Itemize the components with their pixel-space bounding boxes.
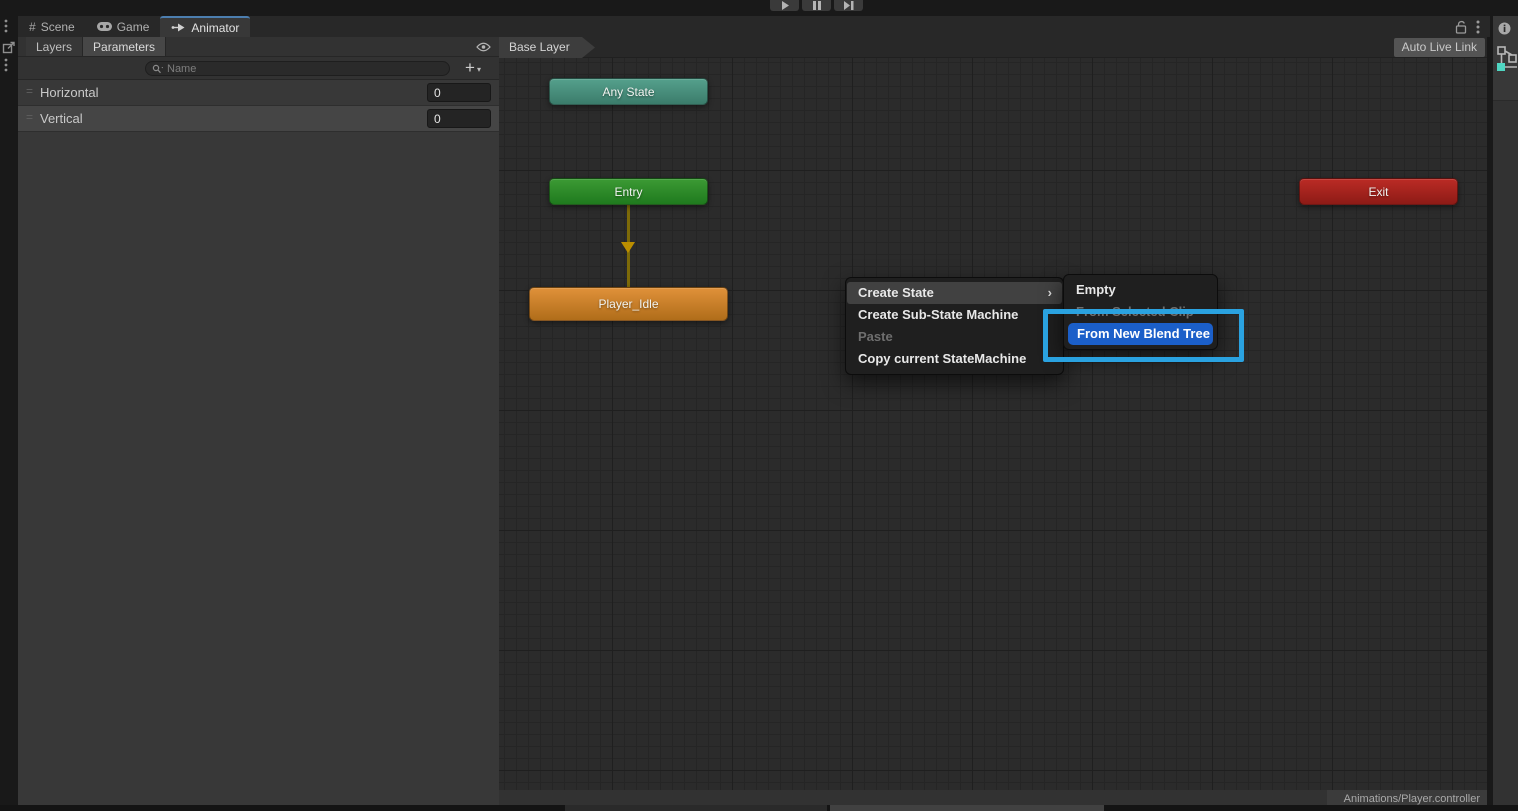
grid-background[interactable]: [499, 58, 1487, 790]
menu-item-create-state[interactable]: Create State ›: [847, 282, 1062, 304]
tab-game[interactable]: Game: [86, 16, 161, 37]
node-label: Any State: [602, 85, 654, 99]
submenu-arrow-icon: ›: [1048, 282, 1052, 304]
plus-icon: +: [465, 58, 475, 78]
play-icon: [781, 1, 789, 10]
breadcrumb[interactable]: Base Layer: [499, 37, 595, 58]
menu-item-label: Copy current StateMachine: [858, 351, 1026, 366]
annotation-highlight-rect: [1043, 309, 1244, 362]
tab-parameters[interactable]: Parameters: [83, 37, 166, 56]
chevron-down-icon: ▾: [477, 65, 481, 74]
right-panel-edge: [1493, 16, 1518, 811]
play-button[interactable]: [770, 0, 799, 11]
breadcrumb-label: Base Layer: [509, 40, 570, 54]
grid-icon: #: [29, 20, 36, 34]
menu-item-label: Create Sub-State Machine: [858, 307, 1018, 322]
transition-arrowhead-icon: [621, 242, 635, 253]
tab-game-label: Game: [117, 20, 150, 34]
bottom-strip: [0, 805, 1518, 811]
step-button[interactable]: [834, 0, 863, 11]
drag-handle-icon[interactable]: =: [26, 110, 32, 124]
animator-parameters-panel: Layers Parameters + ▾ = Horizontal = Ver…: [18, 37, 499, 805]
tab-parameters-label: Parameters: [93, 40, 155, 54]
pop-out-window-icon[interactable]: [2, 40, 16, 54]
menu-item-paste: Paste: [846, 326, 1063, 348]
top-strip: [0, 0, 1518, 16]
parameter-value-field[interactable]: [427, 109, 491, 128]
tab-animator[interactable]: Animator: [160, 16, 250, 37]
parameter-name: Vertical: [40, 111, 83, 126]
tab-scene-label: Scene: [41, 20, 75, 34]
kebab-menu-icon[interactable]: [1476, 20, 1480, 34]
left-edge-toolbar: [0, 0, 18, 811]
kebab-menu-icon[interactable]: [4, 19, 8, 33]
menu-item-label: Paste: [858, 329, 893, 344]
menu-item-empty[interactable]: Empty: [1064, 279, 1217, 301]
parameter-name: Horizontal: [40, 85, 99, 100]
auto-live-link-label: Auto Live Link: [1402, 40, 1477, 54]
context-menu: Create State › Create Sub-State Machine …: [845, 277, 1064, 375]
menu-item-label: Empty: [1076, 282, 1116, 297]
graph-header: Base Layer Auto Live Link: [499, 37, 1487, 58]
layers-parameters-toolbar: Layers Parameters: [18, 37, 499, 57]
tab-animator-label: Animator: [191, 21, 239, 35]
drag-handle-icon[interactable]: =: [26, 84, 32, 98]
search-field[interactable]: [145, 61, 450, 76]
tab-layers[interactable]: Layers: [26, 37, 83, 56]
menu-item-copy-current-statemachine[interactable]: Copy current StateMachine: [846, 348, 1063, 370]
step-icon: [844, 1, 854, 10]
parameter-row-vertical[interactable]: = Vertical: [18, 106, 499, 132]
taskbar-segment: [565, 805, 827, 811]
taskbar-segment: [830, 805, 1104, 811]
kebab-menu-icon[interactable]: [4, 58, 8, 72]
parameter-search-toolbar: + ▾: [18, 57, 499, 80]
menu-item-create-sub-state-machine[interactable]: Create Sub-State Machine: [846, 304, 1063, 326]
state-node-player-idle[interactable]: Player_Idle: [529, 287, 728, 321]
parameter-row-horizontal[interactable]: = Horizontal: [18, 80, 499, 106]
animator-icon: [171, 22, 186, 33]
tab-scene[interactable]: # Scene: [18, 16, 86, 37]
right-panel-lower: [1493, 101, 1518, 811]
unlock-icon[interactable]: [1455, 20, 1467, 34]
state-node-exit[interactable]: Exit: [1299, 178, 1458, 205]
eye-icon[interactable]: [476, 42, 491, 52]
node-label: Player_Idle: [598, 297, 658, 311]
playbar: [770, 0, 863, 11]
node-label: Entry: [614, 185, 642, 199]
node-label: Exit: [1368, 185, 1388, 199]
gamepad-icon: [97, 22, 112, 31]
parameter-value-field[interactable]: [427, 83, 491, 102]
add-parameter-button[interactable]: + ▾: [465, 58, 481, 78]
pause-icon: [813, 1, 821, 10]
animator-graph-canvas[interactable]: Base Layer Auto Live Link Any State Entr…: [499, 37, 1487, 808]
tab-layers-label: Layers: [36, 40, 72, 54]
pause-button[interactable]: [802, 0, 831, 11]
info-icon: [1498, 22, 1511, 35]
blend-tree-icon: [1495, 46, 1518, 74]
search-icon: [152, 64, 164, 74]
state-node-any-state[interactable]: Any State: [549, 78, 708, 105]
auto-live-link-button[interactable]: Auto Live Link: [1394, 38, 1485, 57]
state-node-entry[interactable]: Entry: [549, 178, 708, 205]
search-input[interactable]: [167, 63, 443, 75]
window-tabbar: # Scene Game Animator: [18, 16, 1490, 37]
tabbar-right-controls: [1455, 16, 1490, 37]
menu-item-label: Create State: [858, 285, 934, 300]
